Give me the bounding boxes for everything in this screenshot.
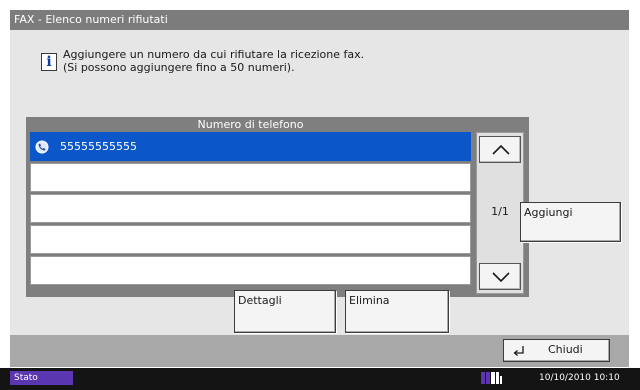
list-item[interactable] [30,256,471,285]
fax-screen: FAX - Elenco numeri rifiutati i Aggiunge… [10,10,629,367]
info-message: Aggiungere un numero da cui rifiutare la… [63,48,423,74]
details-button-label: Dettagli [238,294,282,307]
scroll-down-button[interactable] [479,263,521,290]
window-title: FAX - Elenco numeri rifiutati [10,10,629,30]
list-item[interactable]: 55555555555 [30,132,471,161]
phone-book-icon [35,140,49,154]
info-line-2: (Si possono aggiungere fino a 50 numeri)… [63,61,295,74]
delete-button[interactable]: Elimina [345,290,449,333]
close-button[interactable]: Chiudi [503,339,610,362]
delete-button-label: Elimina [349,294,390,307]
status-bar: Stato 10/10/2010 10:10 [0,368,640,390]
info-line-1: Aggiungere un numero da cui rifiutare la… [63,48,365,61]
chevron-up-icon [492,144,510,155]
rejected-numbers-list: Numero di telefono 55555555555 1/1 [26,117,529,297]
status-button[interactable]: Stato [10,371,73,385]
list-header: Numero di telefono [197,118,304,131]
list-item[interactable] [30,163,471,192]
chevron-down-icon [492,272,510,283]
add-button[interactable]: Aggiungi [520,202,621,242]
add-button-label: Aggiungi [524,206,573,219]
scroll-up-button[interactable] [479,136,521,163]
list-pager: 1/1 [476,132,524,294]
details-button[interactable]: Dettagli [234,290,336,333]
network-status-icon [481,372,502,384]
page-indicator: 1/1 [491,205,509,218]
date-time: 10/10/2010 10:10 [539,373,620,383]
phone-number: 55555555555 [60,140,137,153]
enter-icon [513,346,524,356]
info-icon: i [41,53,57,71]
close-button-label: Chiudi [548,343,583,356]
list-item[interactable] [30,225,471,254]
list-item[interactable] [30,194,471,223]
